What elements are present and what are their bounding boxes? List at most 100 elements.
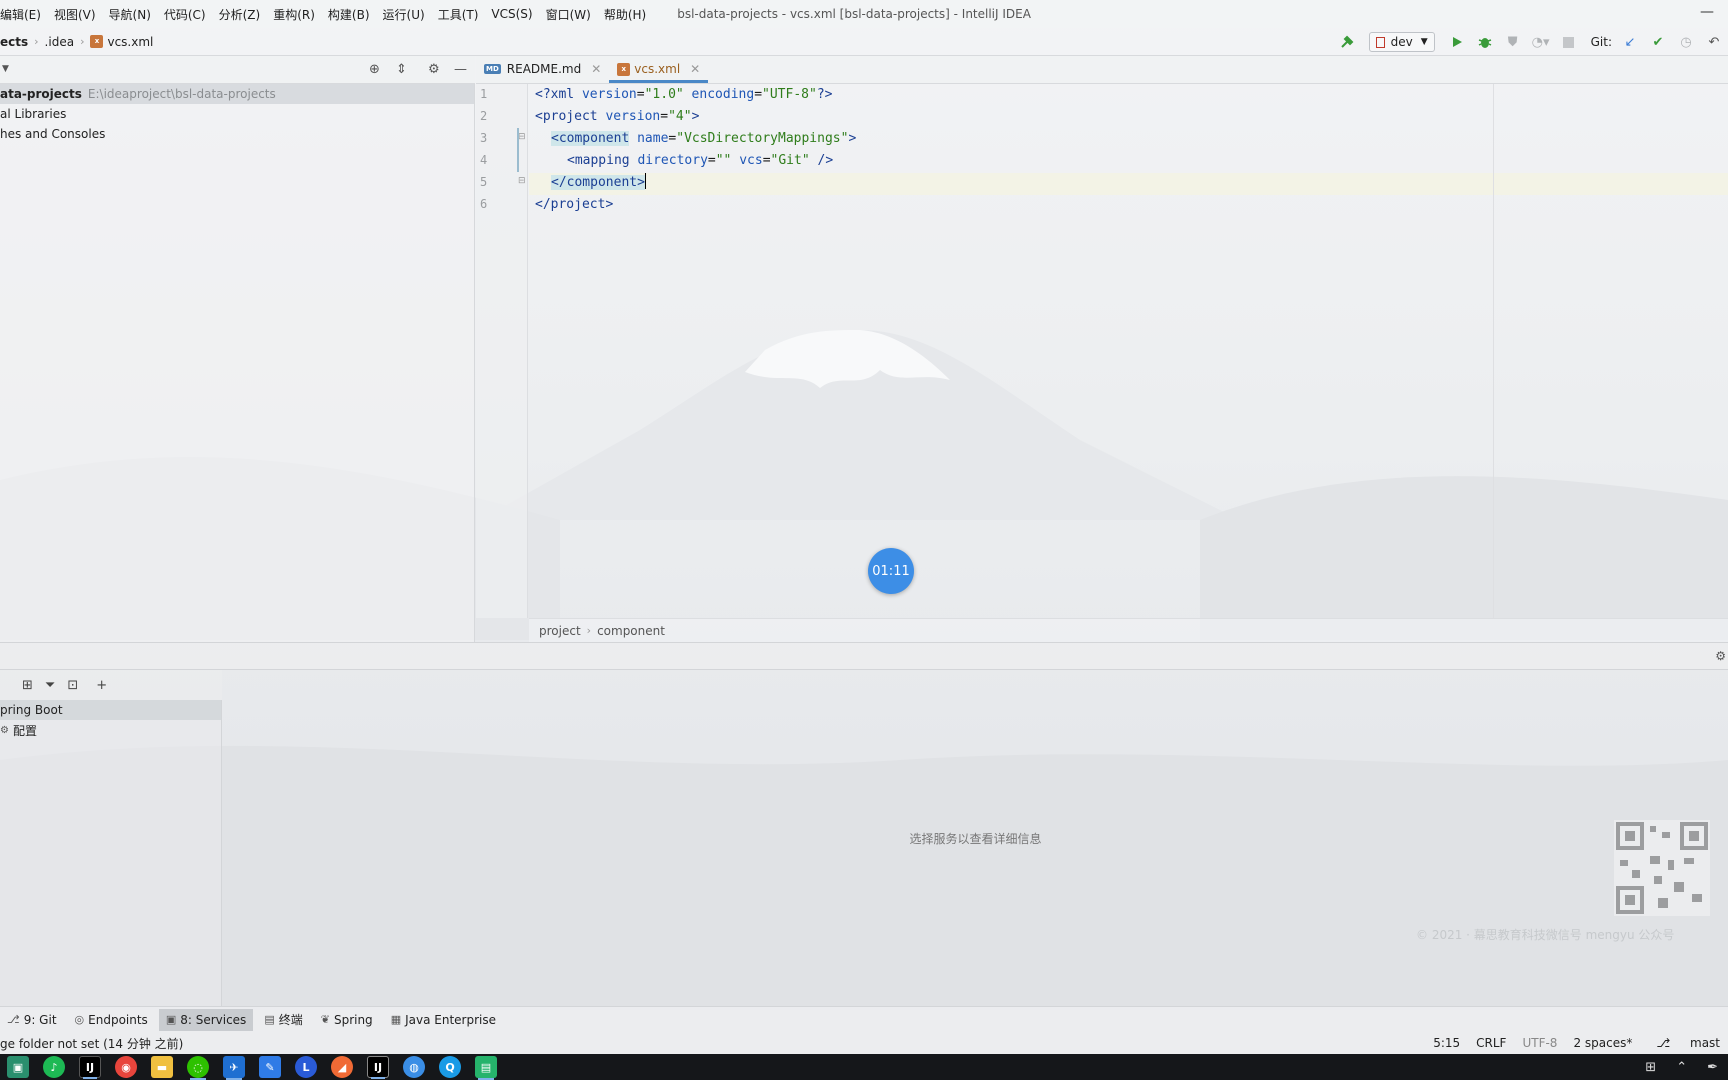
run-config-selector[interactable]: dev ▼ — [1368, 32, 1435, 52]
breadcrumb-idea[interactable]: .idea — [45, 35, 75, 49]
code-editor[interactable]: <?xml version="1.0" encoding="UTF-8"?> <… — [529, 84, 1728, 618]
line-separator[interactable]: CRLF — [1476, 1036, 1506, 1050]
tool-tab-java-enterprise[interactable]: ▦ Java Enterprise — [384, 1009, 503, 1031]
tree-item-spring-boot[interactable]: pring Boot — [0, 700, 221, 720]
run-icon[interactable] — [1449, 34, 1465, 50]
taskbar-app-icon[interactable]: ▣ — [7, 1056, 29, 1078]
tool-tab-git[interactable]: ⎇ 9: Git — [0, 1009, 64, 1031]
menu-navigate[interactable]: 导航(N) — [109, 6, 151, 23]
git-history-icon[interactable]: ◷ — [1678, 34, 1694, 50]
postman-app-icon[interactable]: ◢ — [331, 1056, 353, 1078]
tool-tab-label: Endpoints — [88, 1012, 148, 1027]
menu-analyze[interactable]: 分析(Z) — [219, 6, 261, 23]
menu-run[interactable]: 运行(U) — [383, 6, 425, 23]
input-method-icon[interactable]: ⊞ — [1645, 1060, 1656, 1075]
close-icon[interactable]: ✕ — [690, 62, 700, 76]
menu-code[interactable]: 代码(C) — [164, 6, 206, 23]
token: </project> — [535, 197, 614, 212]
fold-icon[interactable]: ⊟ — [518, 176, 526, 186]
tab-readme[interactable]: MD README.md ✕ — [476, 55, 609, 83]
menu-tools[interactable]: 工具(T) — [438, 6, 479, 23]
file-explorer-icon[interactable]: ▬ — [151, 1056, 173, 1078]
tool-tab-terminal[interactable]: ▤ 终端 — [257, 1009, 309, 1031]
indent-setting[interactable]: 2 spaces* — [1573, 1036, 1632, 1050]
filter-icon[interactable]: ⏷ — [45, 678, 55, 693]
qq-app-icon[interactable]: Q — [439, 1056, 461, 1078]
browser-app-icon[interactable]: ◍ — [403, 1056, 425, 1078]
profile-icon[interactable]: ◔▾ — [1532, 34, 1550, 50]
menu-help[interactable]: 帮助(H) — [604, 6, 646, 23]
edit-app-icon[interactable]: ✎ — [259, 1056, 281, 1078]
android-app-icon[interactable]: ▤ — [475, 1056, 497, 1080]
token: encoding — [683, 87, 755, 102]
run-config-icon — [1375, 36, 1385, 48]
git-branch-icon: ⎇ — [7, 1013, 20, 1026]
caret-down-icon[interactable]: ▼ — [2, 64, 9, 74]
menu-edit[interactable]: 编辑(E) — [0, 6, 41, 23]
tree-item-config[interactable]: ⚙ 配置 — [0, 720, 221, 740]
pen-icon[interactable]: ✒ — [1707, 1060, 1718, 1075]
debug-icon[interactable] — [1477, 34, 1493, 50]
intellij-app-icon[interactable]: IJ — [79, 1056, 101, 1079]
group-icon[interactable]: ⊞ — [22, 678, 33, 693]
build-hammer-icon[interactable] — [1339, 34, 1355, 50]
tool-tab-endpoints[interactable]: ◎ Endpoints — [68, 1009, 155, 1031]
menu-view[interactable]: 视图(V) — [54, 6, 96, 23]
tree-item-project-root[interactable]: ata-projects E:\ideaproject\bsl-data-pro… — [0, 84, 474, 104]
add-service-icon[interactable]: + — [96, 678, 107, 693]
breadcrumb-file[interactable]: vcs.xml — [107, 35, 153, 49]
git-commit-icon[interactable]: ✔ — [1650, 34, 1666, 50]
tool-tab-spring[interactable]: ❦ Spring — [314, 1009, 380, 1031]
chevron-up-icon[interactable]: ⌃ — [1676, 1060, 1687, 1075]
breadcrumb-component-tag[interactable]: component — [597, 624, 665, 638]
tree-item-scratches[interactable]: hes and Consoles — [0, 124, 474, 144]
status-message[interactable]: ge folder not set (14 分钟 之前) — [0, 1035, 183, 1052]
close-icon[interactable]: ✕ — [591, 62, 601, 76]
lark-app-icon[interactable]: L — [295, 1056, 317, 1078]
watermark-text: © 2021 · 幕思教育科技微信号 mengyu 公众号 — [1416, 928, 1675, 942]
git-branch-widget[interactable]: ⎇ mast — [1648, 1036, 1728, 1050]
minimize-icon[interactable]: — — [1700, 4, 1714, 20]
new-group-icon[interactable]: ⊡ — [67, 678, 78, 693]
git-rollback-icon[interactable]: ↶ — [1706, 34, 1722, 50]
caret-down-icon: ▼ — [1420, 37, 1428, 47]
recording-timer[interactable]: 01:11 — [868, 548, 914, 594]
menu-window[interactable]: 窗口(W) — [546, 6, 591, 23]
line-number: 3 — [480, 131, 488, 145]
project-tree: ata-projects E:\ideaproject\bsl-data-pro… — [0, 84, 475, 642]
tool-tab-label: 9: Git — [23, 1012, 57, 1027]
endpoints-icon: ◎ — [74, 1013, 85, 1026]
chrome-app-icon[interactable]: ◉ — [115, 1056, 137, 1078]
menu-vcs[interactable]: VCS(S) — [491, 7, 532, 21]
tool-tab-services[interactable]: ▣ 8: Services — [158, 1008, 254, 1031]
wechat-app-icon[interactable]: ◌ — [187, 1056, 209, 1080]
intellij-app-icon[interactable]: IJ — [367, 1056, 389, 1079]
settings-icon[interactable]: ⚙ — [1715, 649, 1726, 663]
locate-icon[interactable]: ⊕ — [369, 62, 380, 77]
collapse-all-icon[interactable]: ⇕ — [396, 62, 407, 77]
caret-position[interactable]: 5:15 — [1433, 1036, 1460, 1050]
token: name — [629, 131, 669, 146]
gear-icon[interactable]: ⚙ — [428, 62, 440, 77]
change-marker — [517, 128, 519, 172]
file-encoding[interactable]: UTF-8 — [1522, 1036, 1557, 1050]
fold-icon[interactable]: ⊟ — [518, 132, 526, 142]
coverage-icon[interactable]: ⛊ — [1505, 34, 1521, 50]
breadcrumb-project-tag[interactable]: project — [539, 624, 581, 638]
breadcrumb-project[interactable]: ects — [0, 35, 28, 49]
dingtalk-app-icon[interactable]: ✈ — [223, 1056, 245, 1080]
stop-icon[interactable] — [1561, 34, 1577, 50]
menu-refactor[interactable]: 重构(R) — [273, 6, 315, 23]
tree-item-external-libraries[interactable]: al Libraries — [0, 104, 474, 124]
menu-build[interactable]: 构建(B) — [328, 6, 370, 23]
tree-item-label: pring Boot — [0, 703, 63, 717]
tab-vcs-xml[interactable]: x vcs.xml ✕ — [609, 55, 709, 83]
token: "UTF-8" — [762, 87, 817, 102]
git-update-icon[interactable]: ↙ — [1622, 34, 1638, 50]
hide-panel-icon[interactable]: — — [454, 62, 467, 77]
markdown-file-icon: MD — [484, 64, 501, 74]
spring-icon: ❦ — [320, 1013, 330, 1026]
token: "" — [715, 153, 732, 168]
music-app-icon[interactable]: ♪ — [43, 1056, 65, 1078]
token: </component> — [551, 175, 645, 190]
